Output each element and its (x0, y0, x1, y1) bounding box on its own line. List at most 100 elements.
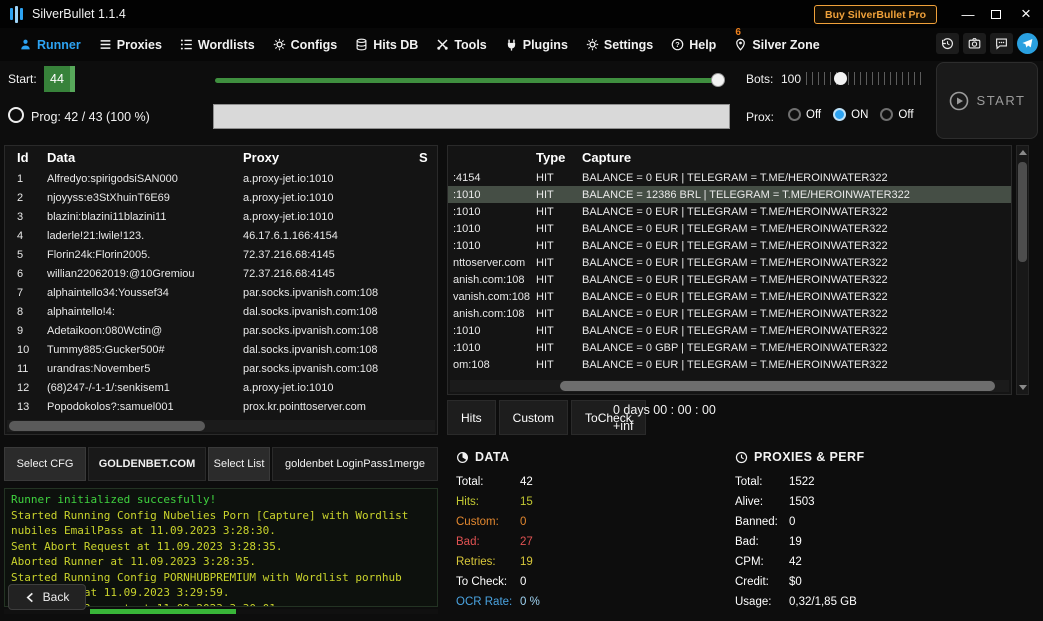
stat-label: Hits: (456, 496, 520, 508)
table-row[interactable]: 5Florin24k:Florin2005.72.37.216.68:4145 (5, 245, 437, 264)
scroll-down-arrow[interactable] (1017, 381, 1028, 394)
bots-slider[interactable] (806, 72, 926, 85)
table-row[interactable]: 2njoyyss:e3StXhuinT6E69a.proxy-jet.io:10… (5, 188, 437, 207)
cell-capture: BALANCE = 0 EUR | TELEGRAM = T.ME/HEROIN… (582, 274, 1011, 286)
col-type: Type (536, 150, 582, 165)
nav-item-label: Wordlists (198, 38, 255, 52)
table-row[interactable]: 4laderle!21:lwile!123.46.17.6.1.166:4154 (5, 226, 437, 245)
stat-value: 0 (789, 516, 795, 528)
nav-item-configs[interactable]: Configs (264, 28, 347, 61)
proxy-radio-1[interactable]: ON (833, 108, 868, 121)
tools-icon (436, 38, 449, 51)
stat-label: To Check: (456, 576, 520, 588)
nav-item-wordlists[interactable]: Wordlists (171, 28, 264, 61)
cell-proxy-tail: nttoserver.com (448, 257, 536, 269)
chat-button[interactable] (990, 33, 1013, 54)
cell-capture: BALANCE = 0 EUR | TELEGRAM = T.ME/HEROIN… (582, 308, 1011, 320)
data-table-hscrollbar[interactable] (7, 420, 435, 432)
cell-data: alphaintello34:Youssef34 (47, 287, 243, 299)
back-button[interactable]: Back (8, 584, 86, 610)
hit-row[interactable]: nttoserver.comHITBALANCE = 0 EUR | TELEG… (448, 254, 1011, 271)
stat-label: Usage: (735, 596, 789, 608)
tab-hits[interactable]: Hits (447, 400, 496, 435)
table-row[interactable]: 1Alfredyo:spirigodsiSAN000a.proxy-jet.io… (5, 169, 437, 188)
cell-id: 6 (5, 268, 47, 280)
nav-item-settings[interactable]: Settings (577, 28, 662, 61)
camera-button[interactable] (963, 33, 986, 54)
telegram-button[interactable] (1017, 33, 1038, 54)
nav-item-tools[interactable]: Tools (427, 28, 495, 61)
progress-text: Prog: 42 / 43 (100 %) (31, 110, 150, 124)
cell-proxy: a.proxy-jet.io:1010 (243, 173, 419, 185)
hit-row[interactable]: :1010HITBALANCE = 12386 BRL | TELEGRAM =… (448, 186, 1011, 203)
cell-data: laderle!21:lwile!123. (47, 230, 243, 242)
close-button[interactable]: × (1013, 0, 1039, 28)
nav-item-proxies[interactable]: Proxies (90, 28, 171, 61)
stat-row: Usage:0,32/1,85 GB (735, 592, 857, 612)
hit-row[interactable]: :1010HITBALANCE = 0 EUR | TELEGRAM = T.M… (448, 220, 1011, 237)
hit-row[interactable]: :1010HITBALANCE = 0 GBP | TELEGRAM = T.M… (448, 339, 1011, 356)
hit-row[interactable]: :4154HITBALANCE = 0 EUR | TELEGRAM = T.M… (448, 169, 1011, 186)
slider-thumb[interactable] (711, 73, 725, 87)
table-row[interactable]: 7alphaintello34:Youssef34par.socks.ipvan… (5, 283, 437, 302)
hits-table-hscrollbar[interactable] (450, 380, 1009, 392)
table-row[interactable]: 3blazini:blazini11blazini11a.proxy-jet.i… (5, 207, 437, 226)
table-row[interactable]: 9Adetaikoon:080Wctin@par.socks.ipvanish.… (5, 321, 437, 340)
play-icon (949, 91, 969, 111)
minimize-button[interactable]: — (955, 0, 981, 28)
plugins-icon (505, 38, 518, 51)
log-scroll-thumb[interactable] (90, 609, 236, 614)
hit-row[interactable]: :1010HITBALANCE = 0 EUR | TELEGRAM = T.M… (448, 237, 1011, 254)
hit-row[interactable]: anish.com:108HITBALANCE = 0 EUR | TELEGR… (448, 305, 1011, 322)
progress-slider[interactable] (215, 78, 722, 83)
nav-item-plugins[interactable]: Plugins (496, 28, 577, 61)
tab-custom[interactable]: Custom (499, 400, 568, 435)
nav-item-help[interactable]: ?Help (662, 28, 725, 61)
cell-id: 2 (5, 192, 47, 204)
chat-icon (995, 37, 1008, 50)
hit-row[interactable]: vanish.com:108HITBALANCE = 0 EUR | TELEG… (448, 288, 1011, 305)
table-row[interactable]: 6willian22062019:@10Gremiou72.37.216.68:… (5, 264, 437, 283)
app-logo-icon (10, 5, 23, 23)
proxy-radio-0[interactable]: Off (788, 108, 821, 121)
table-row[interactable]: 11urandras:November5par.socks.ipvanish.c… (5, 359, 437, 378)
cell-proxy-tail: anish.com:108 (448, 308, 536, 320)
nav-item-runner[interactable]: Runner (10, 28, 90, 61)
scroll-up-arrow[interactable] (1017, 146, 1028, 159)
hits-table-vscrollbar[interactable] (1016, 145, 1029, 395)
cell-proxy-tail: :1010 (448, 342, 536, 354)
cell-proxy: par.socks.ipvanish.com:108 (243, 363, 419, 375)
history-button[interactable] (936, 33, 959, 54)
nav-item-label: Proxies (117, 38, 162, 52)
hit-row[interactable]: anish.com:108HITBALANCE = 0 EUR | TELEGR… (448, 271, 1011, 288)
stat-value: 0 (520, 516, 526, 528)
table-row[interactable]: 12(68)247-/-1-1/:senkisem1a.proxy-jet.io… (5, 378, 437, 397)
nav-item-silver-zone[interactable]: Silver Zone6 (725, 28, 828, 61)
table-row[interactable]: 8alphaintello!4:dal.socks.ipvanish.com:1… (5, 302, 437, 321)
timer-elapsed: 0 days 00 : 00 : 00 (613, 402, 716, 418)
cell-data: njoyyss:e3StXhuinT6E69 (47, 192, 243, 204)
nav-items: Runner Proxies Wordlists ConfigsHits DBTool… (10, 28, 829, 61)
radio-dot (880, 108, 893, 121)
hscroll-thumb[interactable] (9, 421, 205, 431)
table-row[interactable]: 10Tummy885:Gucker500#dal.socks.ipvanish.… (5, 340, 437, 359)
select-config-button[interactable]: Select CFG (4, 447, 86, 481)
select-wordlist-button[interactable]: Select List (208, 447, 270, 481)
nav-item-hits-db[interactable]: Hits DB (346, 28, 427, 61)
maximize-button[interactable] (983, 0, 1009, 28)
bots-slider-thumb[interactable] (834, 72, 847, 85)
vscroll-thumb[interactable] (1018, 162, 1027, 262)
hit-row[interactable]: om:108HITBALANCE = 0 EUR | TELEGRAM = T.… (448, 356, 1011, 373)
hscroll-thumb[interactable] (560, 381, 995, 391)
start-button[interactable]: START (936, 62, 1038, 139)
start-value-input[interactable]: 44 (44, 66, 75, 92)
cell-proxy: a.proxy-jet.io:1010 (243, 192, 419, 204)
hit-row[interactable]: :1010HITBALANCE = 0 EUR | TELEGRAM = T.M… (448, 203, 1011, 220)
cell-id: 7 (5, 287, 47, 299)
table-row[interactable]: 13Popodokolos?:samuel001prox.kr.pointtos… (5, 397, 437, 416)
cell-data: Popodokolos?:samuel001 (47, 401, 243, 413)
buy-pro-button[interactable]: Buy SilverBullet Pro (814, 5, 937, 24)
cell-capture: BALANCE = 12386 BRL | TELEGRAM = T.ME/HE… (582, 189, 1011, 201)
hit-row[interactable]: :1010HITBALANCE = 0 EUR | TELEGRAM = T.M… (448, 322, 1011, 339)
proxy-radio-2[interactable]: Off (880, 108, 913, 121)
